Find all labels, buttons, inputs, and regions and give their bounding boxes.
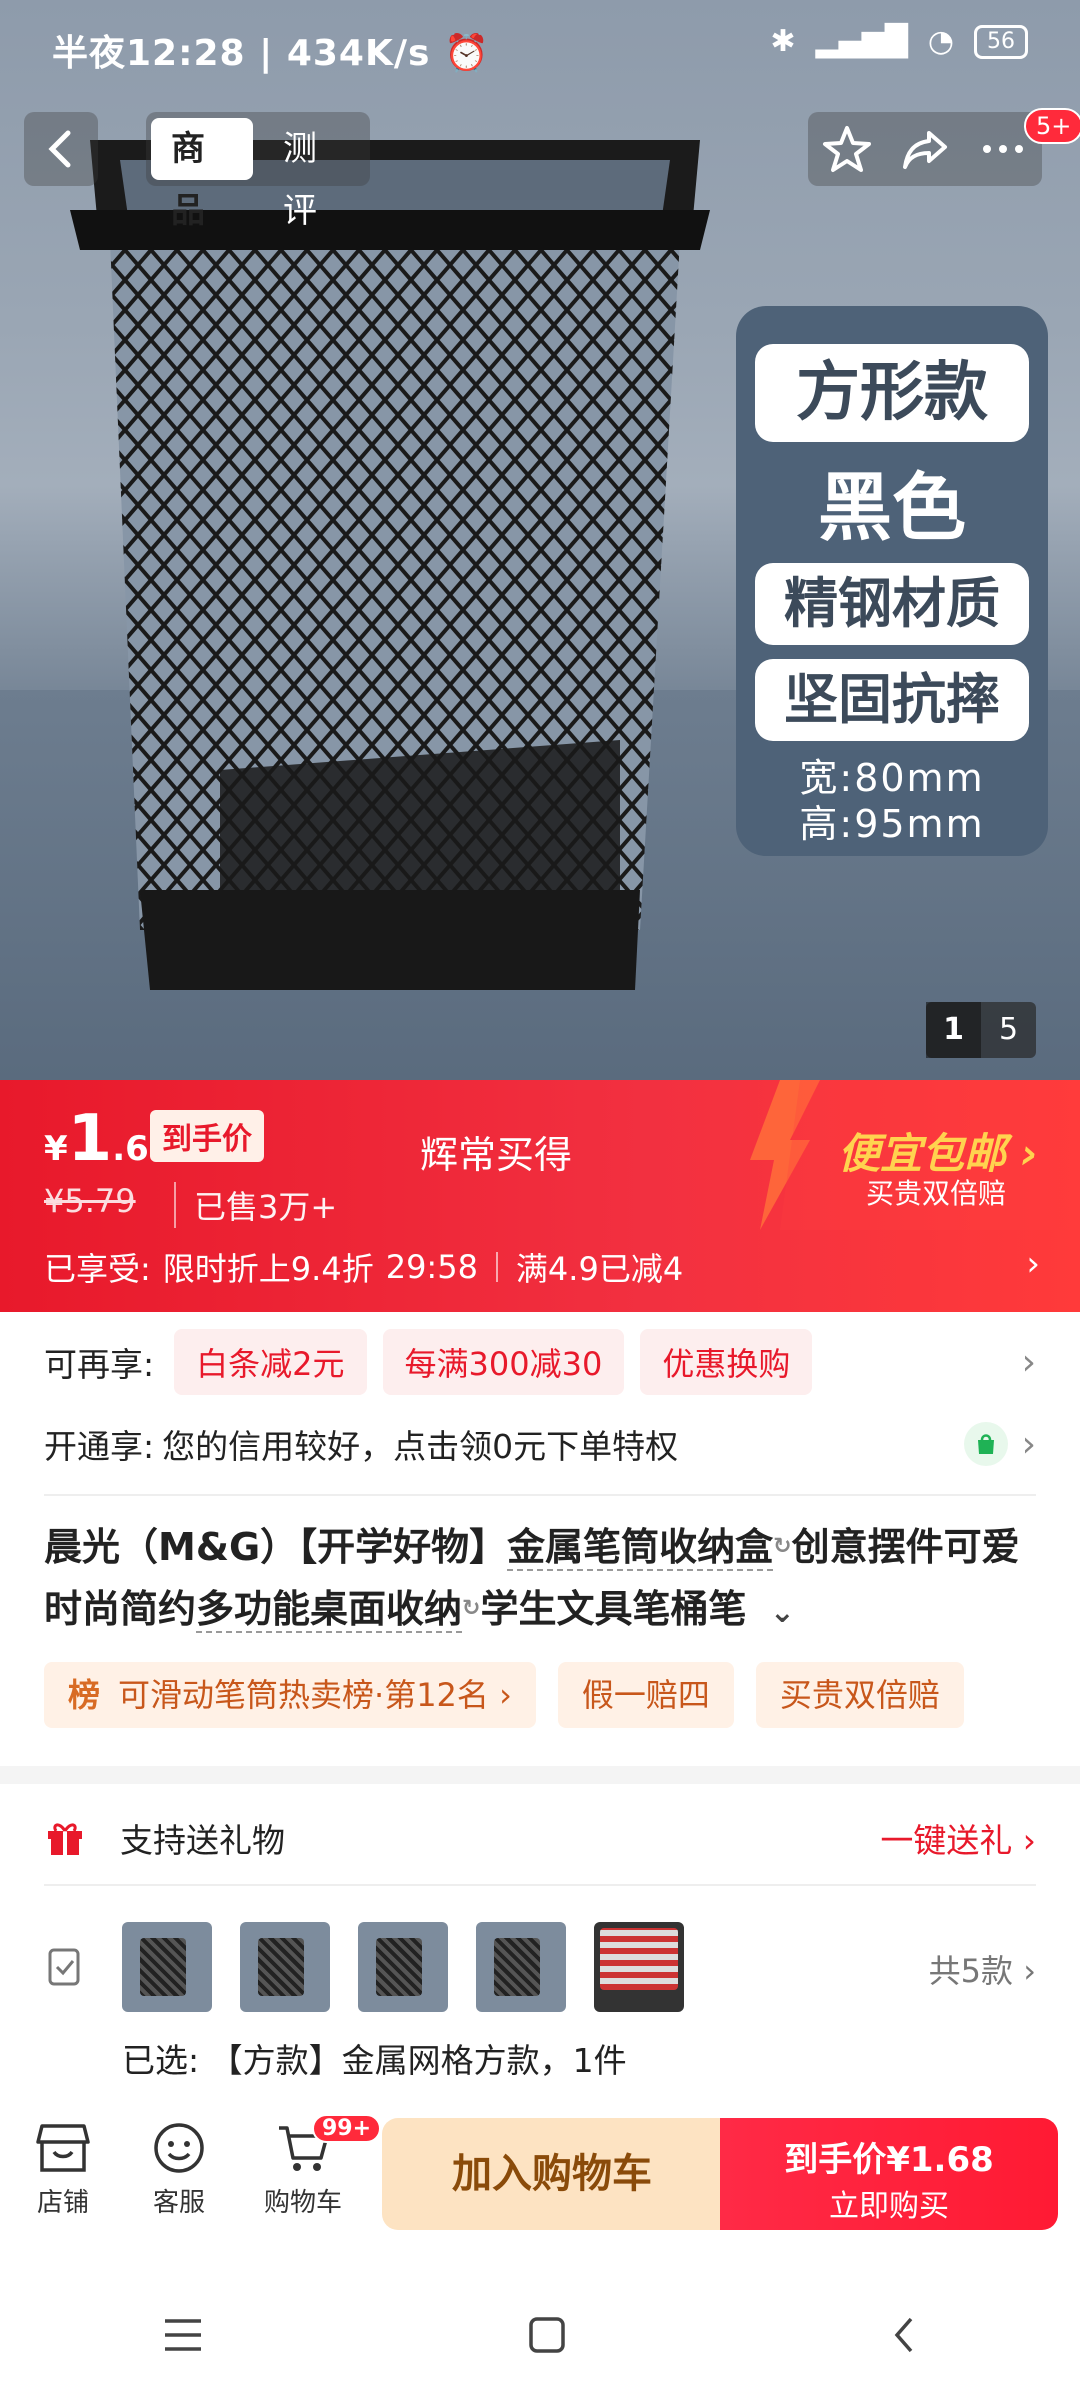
more-offers-label: 可再享:	[44, 1345, 155, 1384]
final-price-tag: 到手价	[150, 1110, 264, 1162]
page-current: 1	[926, 1002, 981, 1058]
rank-badge[interactable]: 榜可滑动笔筒热卖榜·第12名 ›	[44, 1662, 536, 1728]
more-offers-row[interactable]: 可再享: 白条减2元 每满300减30 优惠换购 ›	[44, 1326, 1036, 1398]
chevron-right-icon: ›	[1021, 1423, 1036, 1465]
offer-chip[interactable]: 白条减2元	[174, 1329, 367, 1395]
feature-material: 精钢材质	[755, 563, 1029, 645]
divider	[44, 1884, 1036, 1886]
service-button[interactable]: 客服	[124, 2120, 234, 2219]
price-protect-badge[interactable]: 买贵双倍赔	[755, 1662, 964, 1728]
shop-icon	[36, 2124, 90, 2172]
bottom-action-bar: 店铺 客服 购物车 99+ 加入购物车 到手价¥1.68 立即购买	[0, 2100, 1080, 2250]
chevron-right-icon: ›	[1021, 1341, 1036, 1383]
feature-spec-width: 宽:80mm	[799, 756, 985, 800]
chevron-down-icon[interactable]: ⌄	[770, 1595, 795, 1630]
search-keyword-link[interactable]: 多功能桌面收纳	[196, 1587, 463, 1633]
countdown: 29:58	[385, 1248, 478, 1286]
cart-button[interactable]: 购物车 99+	[248, 2114, 382, 2219]
promo-separator	[495, 1252, 498, 1282]
status-bar: 半夜12:28 | 434K/s ⏰ ✱ ▂▄▆█ ◔ 56	[0, 0, 1080, 100]
feature-color: 黑色	[818, 465, 966, 551]
gift-row[interactable]: 支持送礼物 一键送礼 ›	[44, 1802, 1036, 1874]
feature-panel: 方形款 黑色 精钢材质 坚固抗摔 宽:80mm 高:95mm	[736, 306, 1048, 856]
sku-thumbnail[interactable]	[594, 1922, 684, 2012]
checklist-icon	[48, 1948, 80, 1986]
signal-icon: ▂▄▆█	[815, 24, 908, 59]
top-actions	[808, 112, 1042, 186]
offer-chip[interactable]: 优惠换购	[640, 1329, 813, 1395]
gift-icon	[48, 1823, 82, 1855]
guarantee-badge[interactable]: 假一赔四	[557, 1662, 734, 1728]
feature-durability: 坚固抗摔	[755, 659, 1029, 741]
divider	[44, 1494, 1036, 1496]
sku-count[interactable]: 共5款 ›	[929, 1946, 1036, 1992]
gift-label: 支持送礼物	[120, 1821, 285, 1860]
threshold-text: 满4.9已减4	[515, 1250, 684, 1288]
star-icon[interactable]	[821, 123, 873, 175]
free-shipping-sub: 买贵双倍赔	[866, 1177, 1007, 1210]
sku-thumbnail[interactable]	[240, 1922, 330, 2012]
share-icon[interactable]	[899, 123, 951, 175]
product-image-carousel[interactable]: 半夜12:28 | 434K/s ⏰ ✱ ▂▄▆█ ◔ 56 商品 测评 5+	[0, 0, 1080, 1080]
product-tabs: 商品 测评	[146, 112, 370, 231]
discount-text: 限时折上9.4折	[162, 1250, 374, 1288]
home-icon[interactable]	[527, 2315, 567, 2355]
wifi-icon: ◔	[927, 24, 954, 59]
sku-thumbnail[interactable]	[476, 1922, 566, 2012]
credit-row[interactable]: 开通享: 您的信用较好，点击领0元下单特权 ›	[44, 1408, 1036, 1480]
chevron-left-icon	[48, 130, 71, 168]
credit-label: 开通享:	[44, 1427, 155, 1466]
status-time: 半夜12:28 | 434K/s ⏰	[52, 33, 490, 74]
section-gap	[0, 1766, 1080, 1784]
sold-count: 已售3万+	[174, 1182, 337, 1228]
menu-icon[interactable]	[161, 2315, 205, 2355]
product-title[interactable]: 晨光（M&G）【开学好物】金属笔筒收纳盒↻创意摆件可爱时尚简约多功能桌面收纳↻学…	[44, 1516, 1024, 1644]
promo-line: 已享受: 限时折上9.4折 29:58 满4.9已减4	[44, 1244, 683, 1290]
back-button[interactable]	[24, 112, 98, 186]
page-total: 5	[998, 1012, 1019, 1047]
image-page-indicator: 1 5	[926, 1002, 1036, 1058]
status-icons: ✱ ▂▄▆█ ◔ 56	[770, 24, 1028, 59]
tab-product[interactable]: 商品	[151, 118, 253, 231]
cart-badge: 99+	[312, 2114, 382, 2143]
search-keyword-link[interactable]: 金属笔筒收纳盒	[507, 1525, 774, 1571]
enjoyed-label: 已享受:	[44, 1250, 151, 1288]
shop-button[interactable]: 店铺	[8, 2120, 118, 2219]
product-image	[70, 140, 710, 990]
shopping-bag-icon	[963, 1422, 1008, 1466]
gift-action[interactable]: 一键送礼 ›	[880, 1814, 1036, 1862]
credit-text: 您的信用较好，点击领0元下单特权	[162, 1427, 679, 1466]
buy-now-button[interactable]: 到手价¥1.68 立即购买	[720, 2118, 1058, 2230]
price-banner[interactable]: ¥1.68 到手价 ¥5.79 已售3万+ 辉常买得 便宜包邮 › 买贵双倍赔 …	[0, 1080, 1080, 1312]
tab-review[interactable]: 测评	[263, 118, 365, 231]
chevron-right-icon[interactable]: ›	[1026, 1244, 1040, 1284]
add-to-cart-button[interactable]: 加入购物车	[382, 2118, 722, 2230]
notification-badge: 5+	[1024, 108, 1080, 144]
feature-spec-height: 高:95mm	[799, 802, 985, 846]
battery-icon: 56	[974, 24, 1028, 59]
offer-chip[interactable]: 每满300减30	[382, 1329, 625, 1395]
bluetooth-icon: ✱	[770, 24, 796, 59]
feature-shape: 方形款	[755, 344, 1029, 442]
sku-thumbnail[interactable]	[358, 1922, 448, 2012]
customer-service-icon	[154, 2123, 204, 2173]
brand-slogan: 辉常买得	[420, 1133, 573, 1177]
original-price: ¥5.79	[44, 1182, 136, 1220]
back-icon[interactable]	[889, 2315, 919, 2355]
system-navigation-bar	[0, 2270, 1080, 2400]
more-icon[interactable]	[977, 123, 1029, 175]
product-badges: 榜可滑动笔筒热卖榜·第12名 › 假一赔四 买贵双倍赔	[44, 1662, 964, 1728]
sku-thumbnails	[122, 1922, 684, 2012]
sku-selected[interactable]: 已选: 【方款】金属网格方款，1件	[122, 2034, 627, 2082]
sku-thumbnail[interactable]	[122, 1922, 212, 2012]
